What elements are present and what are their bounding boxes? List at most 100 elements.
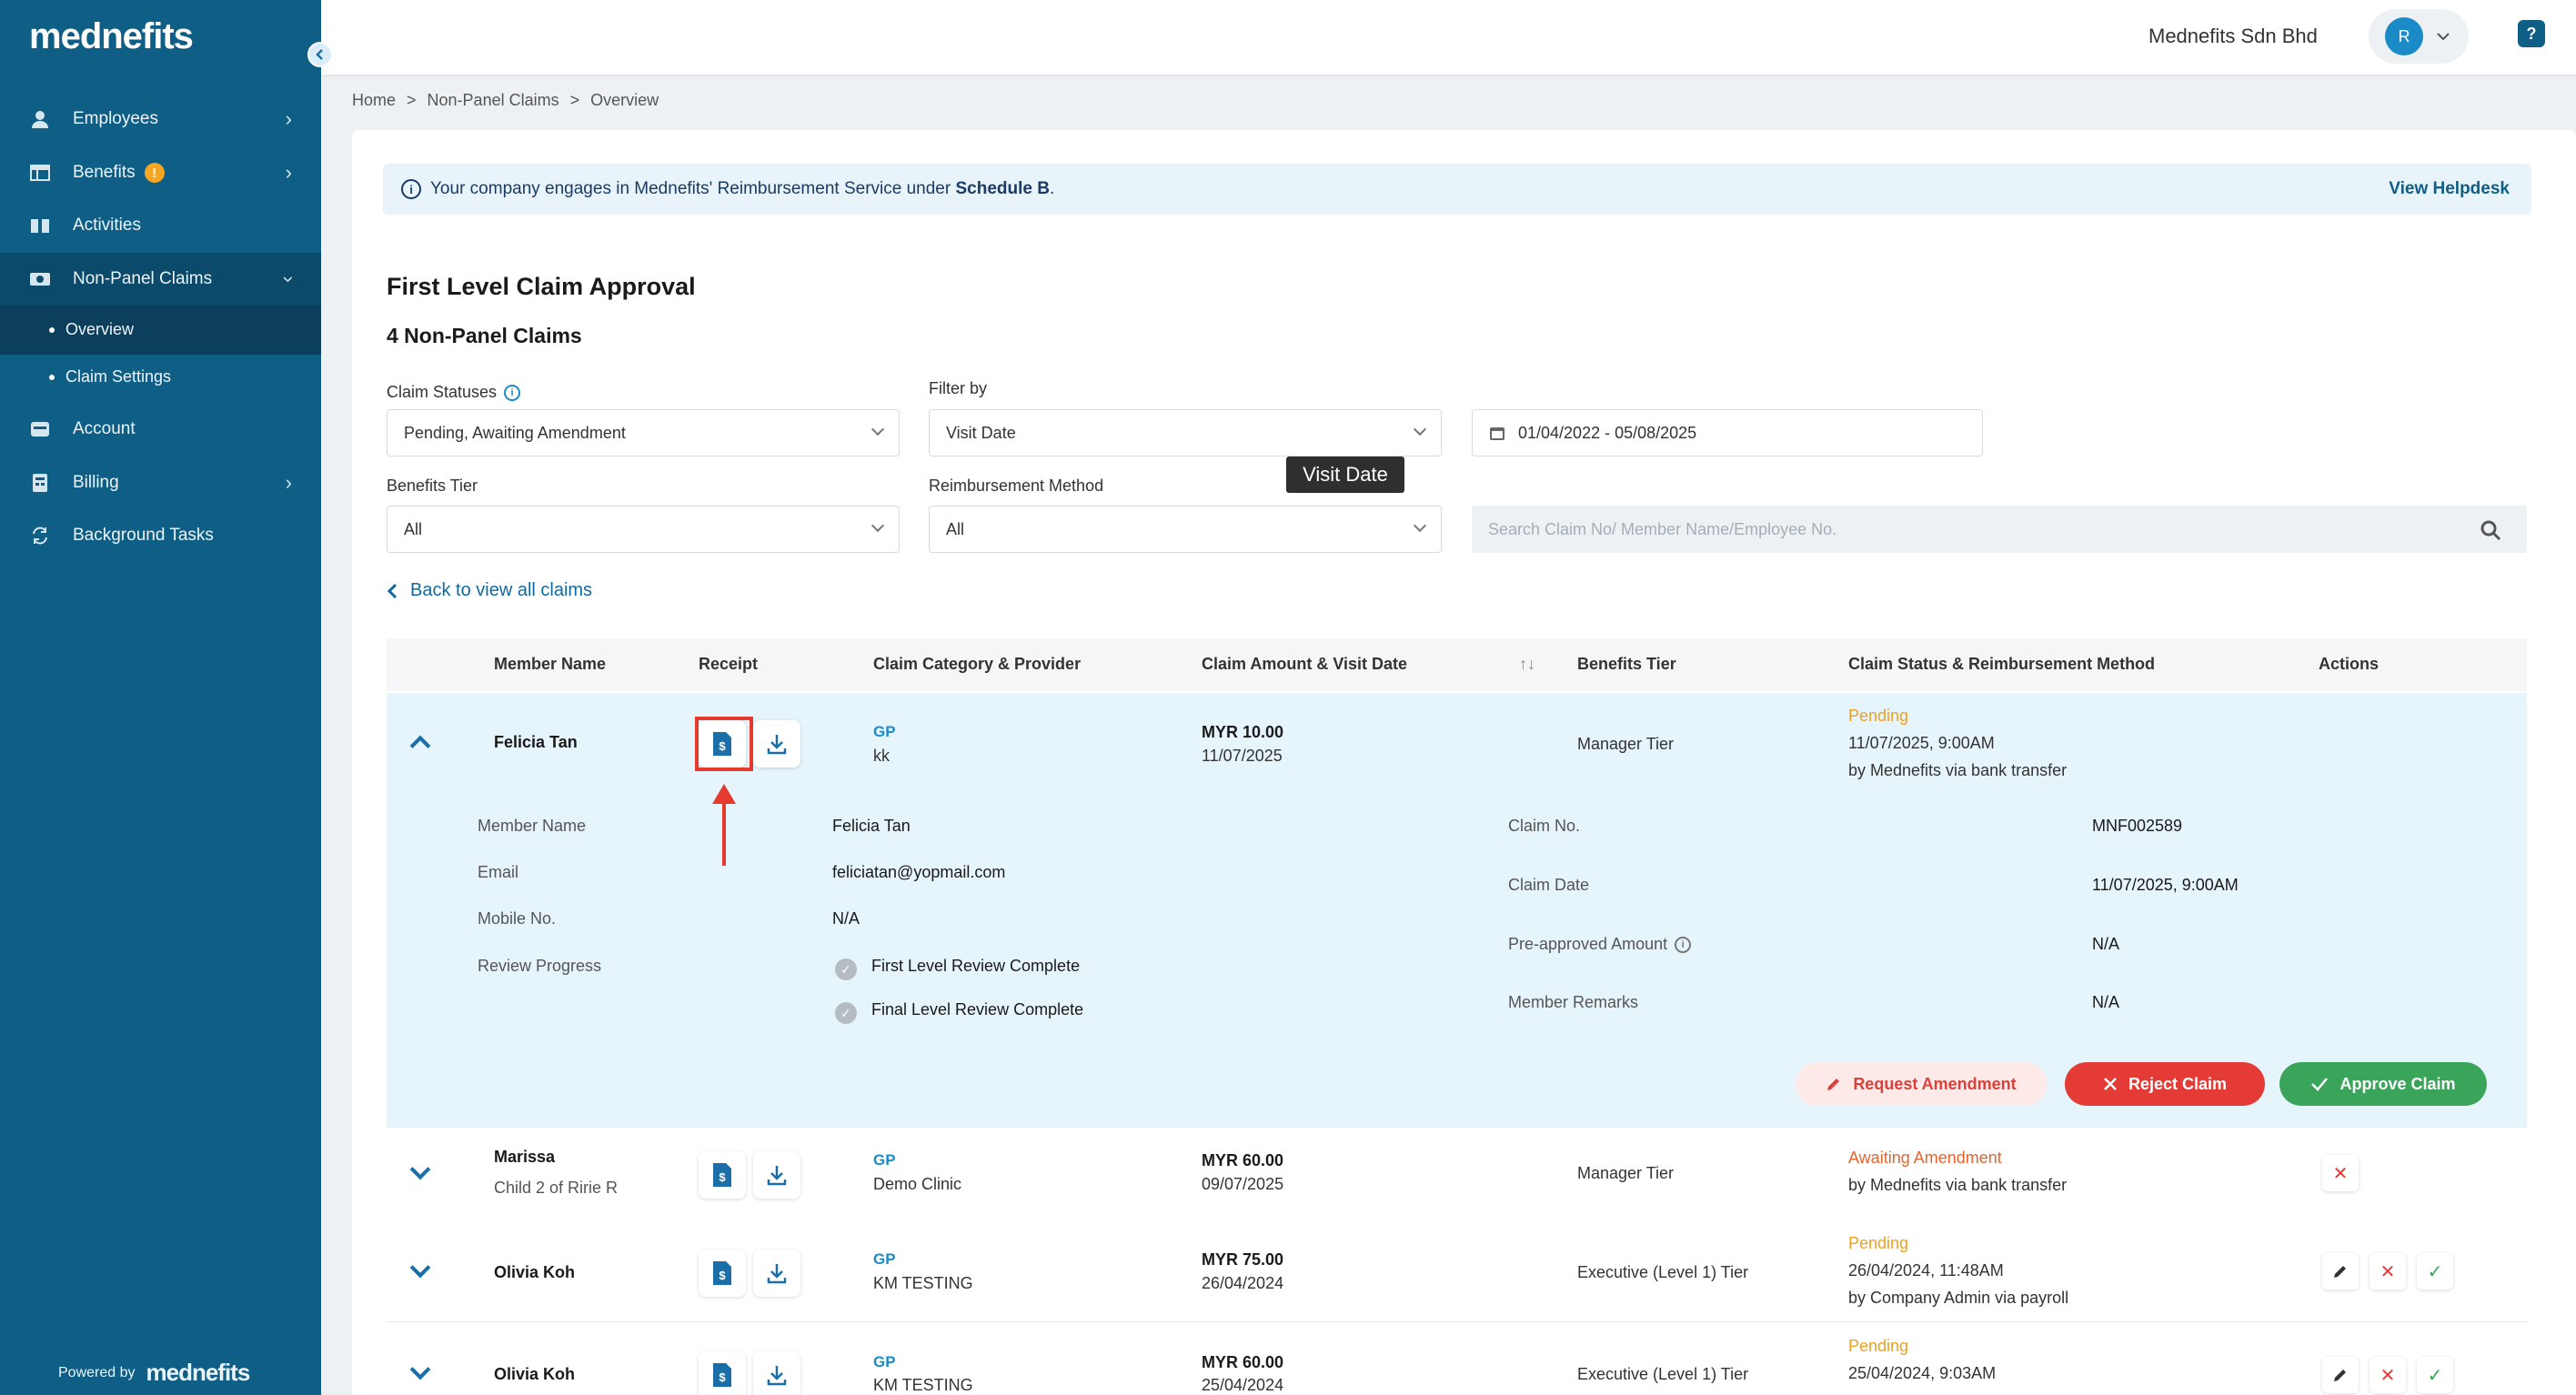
reimbursement-method: by Mednefits via bank transfer (1848, 1176, 2068, 1194)
reject-claim-button[interactable]: Reject Claim (2065, 1062, 2265, 1106)
search-input[interactable]: Search Claim No/ Member Name/Employee No… (1472, 506, 2527, 553)
visit-date: 26/04/2024 (1202, 1274, 1284, 1292)
reject-action-button[interactable]: ✕ (2370, 1357, 2406, 1393)
col-actions: Actions (2319, 655, 2380, 673)
claim-category: GP (873, 1353, 896, 1370)
receipt-icon: $ (713, 1363, 731, 1387)
warning-badge: ! (144, 163, 165, 184)
info-icon[interactable]: i (1675, 936, 1692, 953)
breadcrumb-overview: Overview (590, 91, 659, 109)
approve-action-button[interactable]: ✓ (2417, 1357, 2453, 1393)
sidebar-item-billing[interactable]: Billing › (0, 457, 321, 509)
sidebar-item-label: Employees (73, 109, 158, 128)
chevron-down-icon (870, 422, 885, 437)
benefits-tier-select[interactable]: All (387, 506, 900, 553)
avatar: R (2385, 17, 2423, 55)
claim-statuses-select[interactable]: Pending, Awaiting Amendment (387, 409, 900, 457)
reimbursement-method-label: Reimbursement Method (929, 477, 1104, 495)
detail-label: Member Remarks (1508, 993, 1639, 1011)
member-name: Felicia Tan (494, 733, 578, 751)
detail-claim-no: MNF002589 (2092, 817, 2183, 835)
benefits-tier: Executive (Level 1) Tier (1577, 1263, 1749, 1281)
table-header: Member Name Receipt Claim Category & Pro… (387, 638, 2527, 691)
chevron-right-icon: › (285, 107, 292, 130)
mednefits-logo[interactable]: mednefits (29, 16, 194, 57)
sidebar-item-account[interactable]: Account (0, 403, 321, 456)
receipt-button[interactable]: $ (699, 1151, 746, 1199)
status-badge: Pending (1848, 1337, 1909, 1355)
receipt-icon: $ (713, 1163, 731, 1187)
breadcrumb-home[interactable]: Home (352, 91, 396, 110)
col-category: Claim Category & Provider (873, 655, 1082, 673)
tooltip: Visit Date (1286, 457, 1404, 493)
reimbursement-method: by Mednefits via bank transfer (1848, 761, 2068, 779)
page-title: First Level Claim Approval (387, 273, 696, 300)
sort-icon[interactable]: ↑↓ (1519, 655, 1535, 674)
receipt-button[interactable]: $ (699, 1249, 746, 1297)
breadcrumb-non-panel-claims[interactable]: Non-Panel Claims (428, 91, 559, 110)
col-receipt: Receipt (699, 655, 759, 673)
date-range-picker[interactable]: 01/04/2022 - 05/08/2025 (1472, 409, 1983, 457)
download-icon (767, 1366, 787, 1386)
user-menu[interactable]: R (2369, 9, 2469, 64)
company-name: Mednefits Sdn Bhd (2148, 25, 2318, 47)
status-badge: Pending (1848, 707, 1909, 725)
detail-label: Claim No. (1508, 817, 1581, 835)
col-amount: Claim Amount & Visit Date (1202, 655, 1408, 673)
provider: KM TESTING (873, 1274, 973, 1292)
reject-action-button[interactable]: ✕ (2322, 1155, 2359, 1191)
approve-action-button[interactable]: ✓ (2417, 1253, 2453, 1290)
claim-category: GP (873, 1250, 896, 1268)
edit-action-button[interactable] (2322, 1253, 2359, 1290)
sidebar-item-activities[interactable]: Activities (0, 199, 321, 252)
sidebar-item-non-panel-claims[interactable]: Non-Panel Claims › (0, 253, 321, 306)
powered-by: Powered by mednefits (58, 1359, 250, 1386)
sidebar-sub-item-overview[interactable]: Overview (49, 320, 134, 339)
download-icon (767, 735, 787, 755)
filter-by-select[interactable]: Visit Date (929, 409, 1442, 457)
claim-category: GP (873, 723, 896, 740)
sidebar-item-label: Background Tasks (73, 526, 214, 545)
chevron-left-icon (387, 583, 397, 598)
claims-count: 4 Non-Panel Claims (387, 324, 582, 347)
provider: KM TESTING (873, 1376, 973, 1394)
info-icon[interactable]: i (504, 384, 521, 401)
edit-action-button[interactable] (2322, 1357, 2359, 1393)
reimbursement-method-select[interactable]: All (929, 506, 1442, 553)
chevron-right-icon: › (285, 471, 292, 494)
pencil-icon (1827, 1079, 1840, 1090)
sidebar-collapse-button[interactable] (307, 42, 333, 67)
approve-claim-button[interactable]: Approve Claim (2279, 1062, 2487, 1106)
download-button[interactable] (753, 1151, 800, 1199)
table-icon (29, 162, 51, 184)
download-button[interactable] (753, 1351, 800, 1395)
review-final-level: Final Level Review Complete (871, 1000, 1084, 1019)
sidebar-item-label: Billing (73, 473, 119, 492)
highlight-box (695, 717, 753, 771)
sidebar-item-employees[interactable]: Employees › (0, 93, 321, 146)
visit-date: 25/04/2024 (1202, 1376, 1284, 1394)
review-first-level: First Level Review Complete (871, 957, 1081, 975)
back-to-all-claims-link[interactable]: Back to view all claims (387, 580, 592, 601)
reject-action-button[interactable]: ✕ (2370, 1253, 2406, 1290)
sync-icon (29, 525, 51, 547)
download-button[interactable] (753, 1249, 800, 1297)
detail-label: Pre-approved Amount i (1508, 935, 1692, 954)
view-helpdesk-link[interactable]: View Helpdesk (2389, 179, 2510, 199)
provider: kk (873, 747, 890, 765)
claim-category: GP (873, 1151, 896, 1169)
book-icon (29, 215, 51, 236)
sidebar-item-benefits[interactable]: Benefits! › (0, 146, 321, 199)
download-button[interactable] (753, 720, 800, 768)
receipt-icon: $ (713, 1261, 731, 1285)
sidebar-item-background-tasks[interactable]: Background Tasks (0, 509, 321, 562)
help-icon[interactable]: ? (2518, 20, 2545, 47)
pencil-icon (2334, 1266, 2346, 1278)
sidebar-sub-item-claim-settings[interactable]: Claim Settings (49, 367, 171, 386)
request-amendment-button[interactable]: Request Amendment (1796, 1062, 2047, 1106)
member-name: Marissa (494, 1148, 556, 1166)
detail-mobile: N/A (832, 909, 860, 928)
member-name: Olivia Koh (494, 1263, 576, 1281)
receipt-button[interactable]: $ (699, 1351, 746, 1395)
sidebar-item-label: Activities (73, 216, 141, 235)
